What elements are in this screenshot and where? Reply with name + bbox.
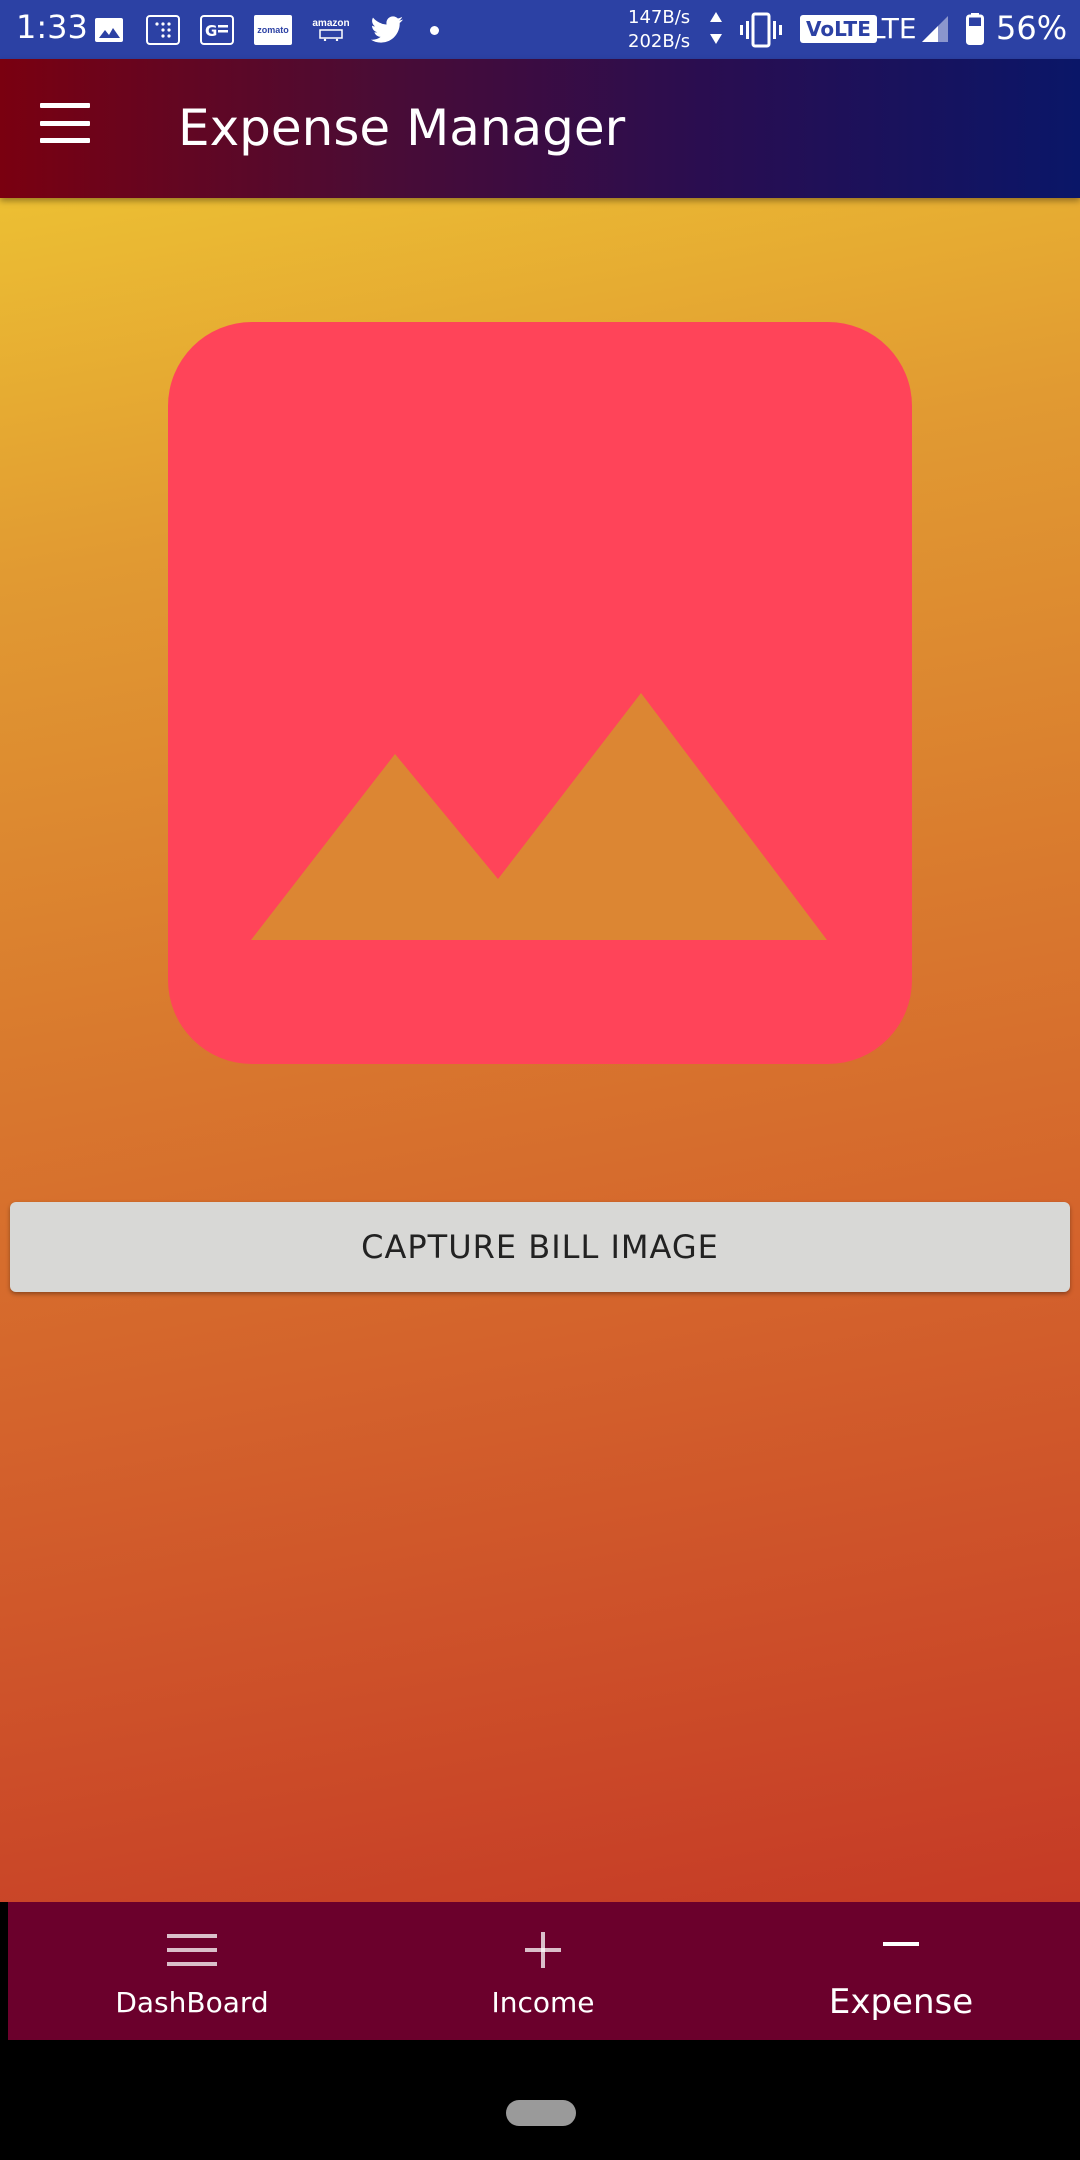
system-navigation-bar (0, 2040, 1080, 2160)
minus-icon (751, 1924, 1051, 1964)
nav-item-expense[interactable]: Expense (751, 1902, 1051, 2040)
status-bar: 1:33 G zomato amazon 147B/s 202B/s VoLTE… (0, 0, 1080, 59)
bill-image-placeholder (168, 322, 912, 1064)
nav-label-income: Income (491, 1986, 595, 2019)
amazon-icon: amazon (312, 15, 350, 45)
notification-icons: G zomato amazon (92, 14, 439, 46)
vibrate-icon (740, 12, 782, 48)
bottom-navigation: DashBoard Income Expense (8, 1902, 1080, 2040)
lte-label: LTE (870, 12, 917, 45)
nav-label-dashboard: DashBoard (115, 1986, 269, 2019)
hamburger-menu-icon[interactable] (40, 103, 90, 143)
capture-bill-image-button[interactable]: CAPTURE BILL IMAGE (10, 1202, 1070, 1292)
twitter-icon (370, 15, 404, 45)
image-placeholder-frame (168, 322, 912, 1064)
svg-text:G: G (205, 22, 217, 39)
menu-icon (42, 1930, 342, 1970)
battery-percent: 56% (996, 9, 1068, 47)
plus-icon (393, 1930, 693, 1970)
zomato-icon: zomato (254, 15, 292, 45)
gallery-icon (92, 15, 126, 45)
nav-item-income[interactable]: Income (393, 1902, 693, 2040)
nav-item-dashboard[interactable]: DashBoard (42, 1902, 342, 2040)
nav-label-expense: Expense (828, 1982, 974, 2022)
net-up: 147B/s (628, 7, 691, 28)
volte-badge: VoLTE (800, 15, 877, 43)
app-bar: Expense Manager (0, 59, 1080, 198)
status-time: 1:33 (16, 8, 88, 46)
amazon-label: amazon (312, 18, 350, 29)
app-title: Expense Manager (178, 99, 626, 157)
home-pill-button[interactable] (506, 2100, 576, 2126)
network-speed: 147B/s 202B/s (628, 6, 690, 54)
signal-icon (920, 14, 950, 44)
net-down: 202B/s (628, 31, 691, 52)
more-notifications-dot (430, 25, 439, 35)
data-arrows-icon (708, 10, 724, 51)
battery-icon (966, 13, 984, 45)
dialpad-icon (146, 15, 180, 45)
main-content: CAPTURE BILL IMAGE (0, 198, 1080, 1902)
news-icon: G (200, 15, 234, 45)
